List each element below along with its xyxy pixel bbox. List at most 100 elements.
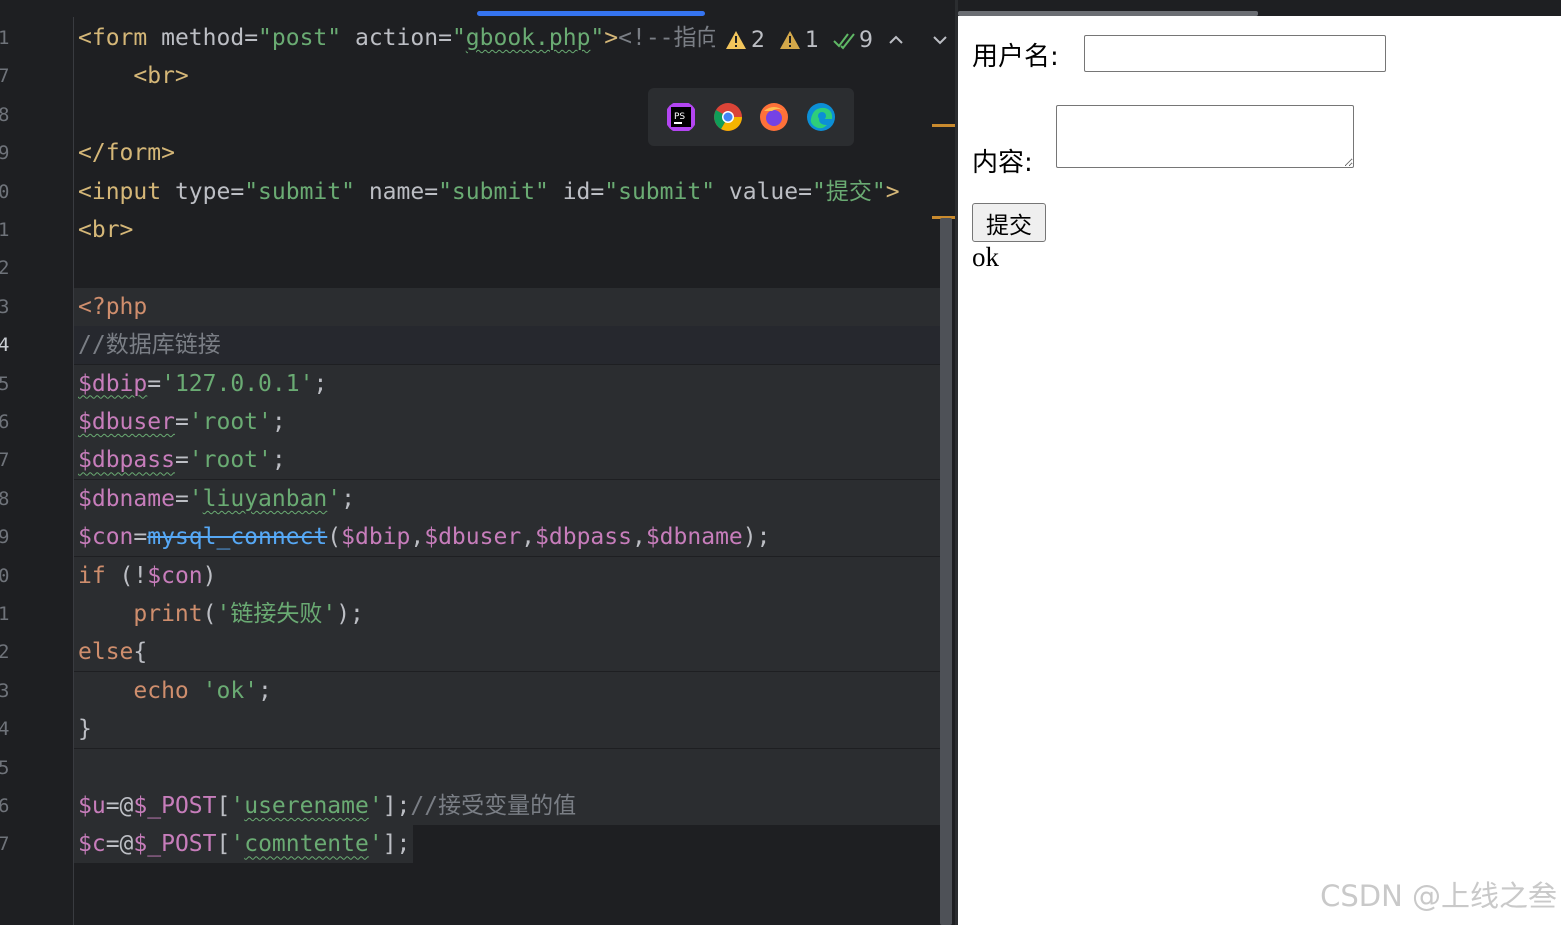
line-number: 9 [0, 526, 10, 549]
code-line[interactable]: $u=@$_POST['userename'];//接受变量的值 [78, 787, 576, 825]
code-token: } [78, 716, 92, 743]
code-token: ' [327, 485, 342, 512]
line-number: 4 [0, 334, 10, 357]
code-token: = [424, 178, 439, 205]
code-token: method [161, 25, 245, 51]
php-block-row-bg [74, 748, 940, 787]
chevron-down-icon[interactable] [931, 31, 949, 49]
line-number: 1 [0, 219, 10, 241]
content-label: 内容: [972, 148, 1033, 178]
php-block-row-bg [74, 633, 940, 672]
code-token: comntente [244, 831, 369, 858]
code-token: $dbpass [78, 447, 175, 474]
code-token: <input [78, 178, 175, 205]
code-token: //接受变量的值 [410, 793, 577, 819]
code-token: $dbuser [78, 409, 175, 435]
code-line[interactable]: $dbip='127.0.0.1'; [78, 365, 327, 403]
code-line[interactable]: <br> [78, 211, 133, 249]
vertical-scrollbar[interactable] [940, 218, 952, 925]
code-token: else [78, 639, 134, 666]
inspection-widget[interactable]: 2 1 9 [715, 22, 949, 58]
error-stripe-mark[interactable] [932, 124, 956, 127]
code-line[interactable]: echo 'ok'; [78, 672, 272, 710]
code-line[interactable]: //数据库链接 [78, 326, 221, 364]
code-line[interactable]: <form method="post" action="gbook.php"><… [78, 19, 720, 57]
warning-weak-count[interactable]: 1 [779, 28, 819, 53]
code-token: ; [258, 677, 272, 704]
code-line[interactable]: <br> [78, 57, 189, 95]
code-token: "submit" [438, 178, 549, 205]
line-number: 7 [0, 449, 10, 472]
code-token: id [548, 178, 591, 205]
code-token: <br> [78, 63, 189, 90]
code-token: <form [78, 25, 162, 51]
code-token: '127.0.0.1' [161, 370, 314, 397]
line-number: 1 [0, 27, 10, 49]
code-token: <!--指向 [618, 25, 720, 51]
code-line[interactable]: } [78, 710, 92, 748]
content-textarea[interactable] [1056, 105, 1354, 168]
edge-icon[interactable] [805, 101, 837, 133]
ok-count[interactable]: 9 [833, 28, 873, 53]
code-token: $c [78, 831, 106, 858]
code-line[interactable]: $dbpass='root'; [78, 441, 286, 479]
line-number: 2 [0, 257, 10, 280]
line-number: 6 [0, 795, 10, 817]
code-token: ' [230, 831, 245, 858]
code-token: mysql_connect [147, 524, 328, 551]
browser-tab-indicator [958, 11, 1258, 16]
code-line[interactable]: $c=@$_POST['comntente']; [78, 825, 410, 863]
code-token: '链接失败' [216, 601, 337, 627]
code-token: $_POST [133, 831, 217, 858]
firefox-icon[interactable] [758, 101, 790, 133]
code-token: = [244, 25, 259, 51]
browser-preview: 用户名: 内容: 提交 ok CSDN @上线之叁 [958, 0, 1561, 925]
username-input[interactable] [1084, 35, 1386, 72]
line-number: 3 [0, 295, 10, 318]
code-line[interactable]: $dbname='liuyanban'; [78, 480, 355, 518]
code-line[interactable]: print('链接失败'); [78, 595, 364, 633]
phpstorm-icon[interactable]: PS [665, 101, 697, 133]
code-token: type [174, 178, 231, 205]
line-number: 8 [0, 487, 10, 510]
submit-button[interactable]: 提交 [972, 203, 1046, 242]
chrome-icon[interactable] [712, 101, 744, 133]
username-label: 用户名: [972, 42, 1059, 72]
warning-strong-count[interactable]: 2 [725, 28, 765, 53]
code-line[interactable]: if (!$con) [78, 557, 217, 595]
code-token: 'root' [188, 447, 272, 474]
line-number: 7 [0, 833, 10, 856]
code-token: "submit" [244, 178, 355, 205]
code-line[interactable]: $dbuser='root'; [78, 403, 286, 441]
code-token: action [341, 25, 439, 51]
ok-count-label: 9 [859, 27, 873, 53]
code-token: <?php [78, 293, 148, 320]
code-line[interactable]: <input type="submit" name="submit" id="s… [78, 173, 900, 211]
line-number: 5 [0, 756, 10, 779]
code-token: = [147, 370, 162, 397]
line-number: 4 [0, 718, 10, 741]
chevron-up-icon[interactable] [887, 31, 905, 49]
code-token: ) [202, 562, 217, 589]
code-token: ]; [382, 831, 411, 858]
code-line[interactable]: <?php [78, 288, 147, 326]
code-token: [ [216, 793, 231, 819]
code-token: > [885, 178, 900, 205]
code-editor[interactable]: 1789012345678901234567 <form method="pos… [0, 0, 957, 925]
code-token: liuyanban [202, 485, 328, 512]
code-token: $dbuser [424, 524, 522, 551]
code-token: ' [188, 485, 203, 512]
code-line[interactable]: $con=mysql_connect($dbip,$dbuser,$dbpass… [78, 518, 770, 556]
code-token: > [604, 25, 619, 51]
double-check-icon [833, 33, 855, 50]
code-token: ); [742, 524, 771, 551]
warning-strong-count-label: 2 [751, 27, 765, 53]
code-token: " [590, 25, 605, 51]
code-token: if [78, 562, 106, 589]
code-token: <br> [78, 217, 134, 243]
code-line[interactable]: </form> [78, 134, 175, 172]
code-token: ' [368, 831, 383, 858]
code-token: </form> [78, 140, 175, 167]
code-token: = [230, 178, 245, 205]
code-line[interactable]: else{ [78, 633, 147, 671]
